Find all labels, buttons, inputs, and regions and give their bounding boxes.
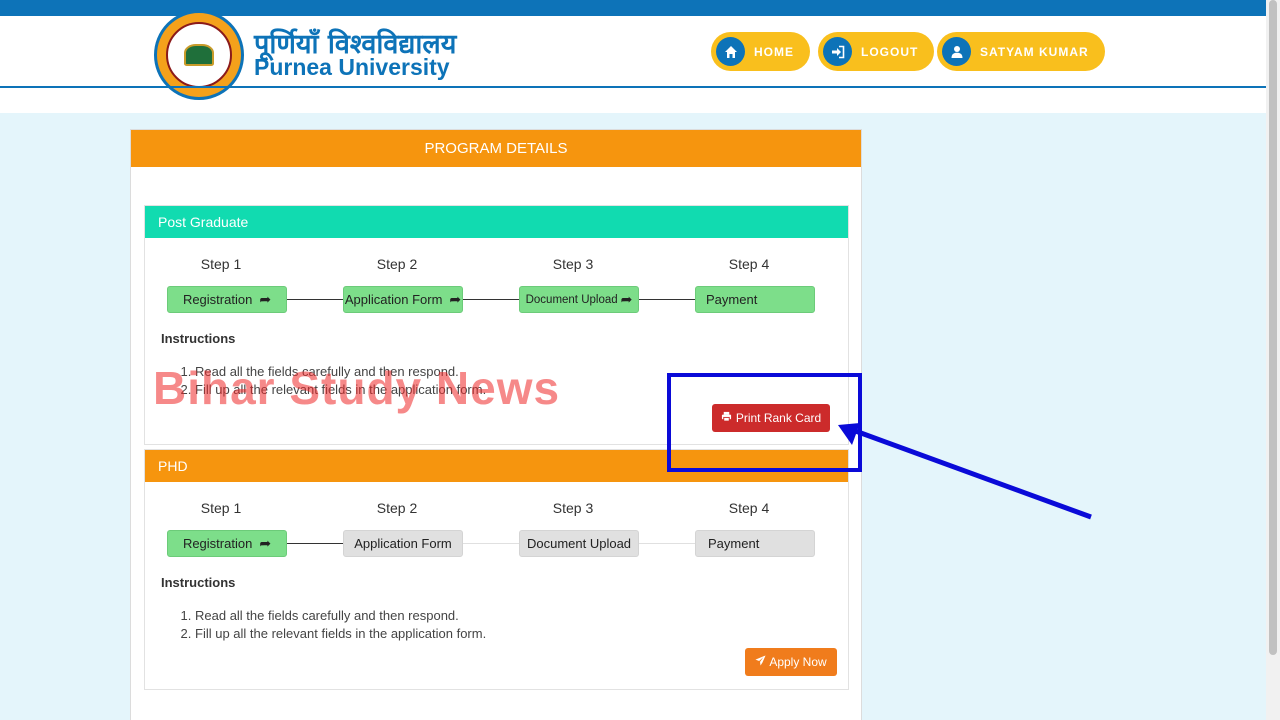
step-connector (639, 299, 695, 300)
instruction-item: Read all the fields carefully and then r… (195, 607, 486, 625)
pg-step-document-upload[interactable]: Document Upload ➦ (519, 286, 639, 313)
page-scrollbar[interactable] (1266, 0, 1280, 720)
pg-step-payment[interactable]: Payment (695, 286, 815, 313)
step-name: Document Upload (526, 536, 632, 551)
nav-user-label: SATYAM KUMAR (980, 44, 1089, 59)
step-label: Step 1 (200, 256, 242, 272)
phd-steps: Step 1 Step 2 Step 3 Step 4 Registration… (145, 482, 848, 582)
step-label: Step 2 (376, 256, 418, 272)
instructions-list: Read all the fields carefully and then r… (195, 607, 486, 643)
step-name: Registration (182, 536, 253, 551)
apply-now-button[interactable]: Apply Now (745, 648, 837, 676)
share-arrow-icon: ➦ (259, 291, 272, 307)
step-connector (287, 543, 343, 544)
step-label: Step 2 (376, 500, 418, 516)
phd-step-application-form[interactable]: Application Form (343, 530, 463, 557)
step-connector (463, 299, 519, 300)
logo-emblem (184, 44, 214, 66)
step-label: Step 4 (728, 500, 770, 516)
share-arrow-icon: ➦ (259, 535, 272, 551)
pg-step-application-form[interactable]: Application Form ➦ (343, 286, 463, 313)
phd-step-registration[interactable]: Registration ➦ (167, 530, 287, 557)
step-label: Step 3 (552, 500, 594, 516)
post-graduate-steps: Step 1 Step 2 Step 3 Step 4 Registration… (145, 238, 848, 338)
step-label: Step 1 (200, 500, 242, 516)
nav-home-button[interactable]: HOME (711, 32, 810, 71)
sign-in-icon (823, 37, 852, 66)
step-connector (639, 543, 695, 544)
paper-plane-icon (755, 655, 766, 669)
university-title: Purnea University (254, 54, 450, 80)
nav-logout-label: LOGOUT (861, 44, 919, 59)
phd-step-payment[interactable]: Payment (695, 530, 815, 557)
watermark-text: Bihar Study News (153, 362, 561, 414)
post-graduate-title: Post Graduate (145, 206, 848, 238)
panel-title: PROGRAM DETAILS (131, 130, 861, 167)
step-label: Step 4 (728, 256, 770, 272)
share-arrow-icon: ➦ (449, 291, 462, 307)
user-icon (942, 37, 971, 66)
scrollbar-thumb[interactable] (1269, 0, 1277, 655)
step-name: Registration (182, 292, 253, 307)
nav-user-button[interactable]: SATYAM KUMAR (937, 32, 1105, 71)
step-connector (287, 299, 343, 300)
step-label: Step 3 (552, 256, 594, 272)
step-name: Payment (706, 292, 758, 307)
share-arrow-icon: ➦ (620, 291, 633, 307)
instructions-title: Instructions (161, 575, 236, 590)
header-divider (0, 86, 1266, 88)
instructions-title: Instructions (161, 331, 236, 346)
nav-logout-button[interactable]: LOGOUT (818, 32, 935, 71)
instruction-item: Fill up all the relevant fields in the a… (195, 625, 486, 643)
pointer-arrow-icon (838, 423, 1092, 520)
phd-step-document-upload[interactable]: Document Upload (519, 530, 639, 557)
nav-home-label: HOME (754, 44, 794, 59)
site-header: पूर्णियाँ विश्वविद्यालय Purnea Universit… (0, 10, 1266, 113)
step-name: Payment (708, 536, 760, 551)
apply-now-label: Apply Now (769, 655, 827, 669)
logo-seal (166, 22, 232, 88)
phd-card: PHD Step 1 Step 2 Step 3 Step 4 Registra… (144, 449, 849, 690)
pg-step-registration[interactable]: Registration ➦ (167, 286, 287, 313)
step-name: Application Form (344, 292, 443, 307)
step-connector (463, 543, 519, 544)
step-name: Application Form (354, 536, 452, 551)
step-name: Document Upload (525, 293, 618, 306)
home-icon (716, 37, 745, 66)
